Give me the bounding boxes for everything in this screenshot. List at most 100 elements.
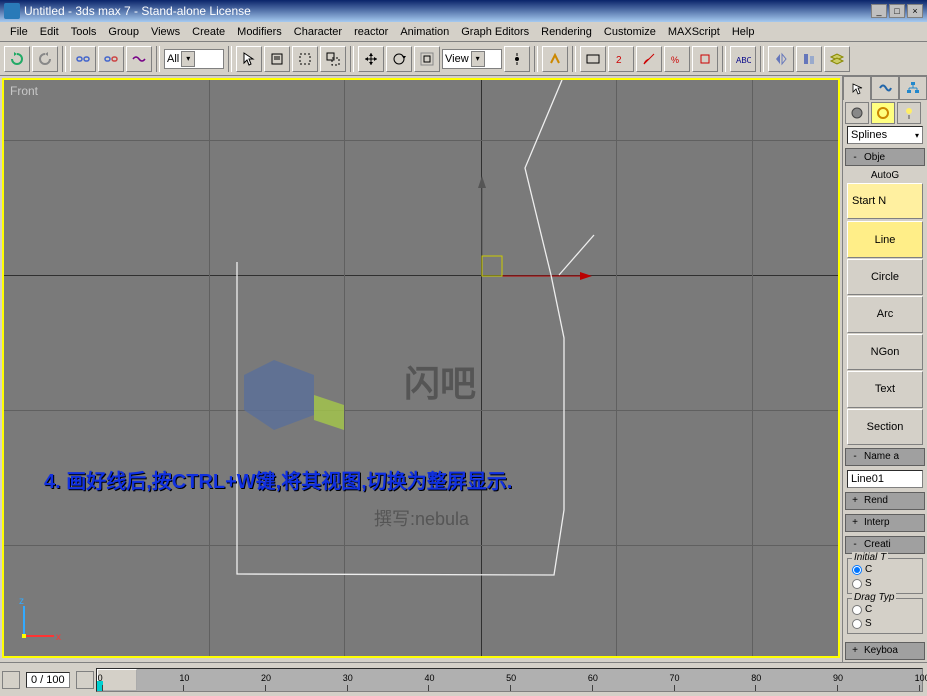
drag-corner-radio[interactable] (852, 605, 862, 615)
autogrid-check[interactable]: AutoG (843, 168, 927, 183)
rollout-interpolation[interactable]: +Interp (845, 514, 925, 532)
minimize-button[interactable]: _ (871, 4, 887, 18)
viewport-front[interactable]: Front (2, 78, 840, 658)
manipulate-button[interactable] (542, 46, 568, 72)
object-name-input[interactable]: Line01 (847, 470, 923, 488)
initial-type-group: Initial T C S (847, 558, 923, 594)
subtab-shapes[interactable] (871, 102, 895, 124)
tab-modify[interactable] (871, 76, 899, 100)
menu-tools[interactable]: Tools (65, 24, 103, 40)
select-region-button[interactable] (292, 46, 318, 72)
command-panel: Splines▾ -Obje AutoG Start N Line Circle… (842, 76, 927, 662)
ngon-button[interactable]: NGon (847, 334, 923, 370)
drag-type-group: Drag Typ C S (847, 598, 923, 634)
rollout-object-type[interactable]: -Obje (845, 148, 925, 166)
window-crossing-button[interactable] (320, 46, 346, 72)
close-button[interactable]: × (907, 4, 923, 18)
timeline-tick-label: 60 (588, 673, 598, 683)
separator (534, 46, 538, 72)
status-bar: 0 / 100 0102030405060708090100 (0, 662, 927, 696)
shape-type-combo[interactable]: Splines▾ (847, 126, 923, 144)
initial-corner-radio[interactable] (852, 565, 862, 575)
undo-button[interactable] (4, 46, 30, 72)
app-icon (4, 3, 20, 19)
menu-rendering[interactable]: Rendering (535, 24, 598, 40)
select-scale-button[interactable] (414, 46, 440, 72)
pivot-center-button[interactable] (504, 46, 530, 72)
timeline-tick (183, 685, 184, 691)
section-button[interactable]: Section (847, 409, 923, 445)
timeslider-next[interactable] (76, 671, 94, 689)
tab-create[interactable] (843, 76, 871, 100)
link-button[interactable] (70, 46, 96, 72)
timeline-tick-label: 20 (261, 673, 271, 683)
named-selection-button[interactable]: ABC (730, 46, 756, 72)
viewport-axis-tripod: z x (14, 596, 64, 646)
timeline-tick (428, 685, 429, 691)
timeline-tick-label: 100 (915, 673, 927, 683)
watermark-author: 撰写:nebula (374, 505, 469, 531)
svg-text:x: x (56, 632, 61, 643)
watermark-text: 闪吧 (404, 355, 476, 407)
refcoord-combo[interactable]: View▾ (442, 49, 502, 69)
start-new-shape-check[interactable]: Start N (847, 183, 923, 219)
menu-maxscript[interactable]: MAXScript (662, 24, 726, 40)
timeline-tick-label: 90 (833, 673, 843, 683)
layer-manager-button[interactable] (824, 46, 850, 72)
separator (350, 46, 354, 72)
circle-button[interactable]: Circle (847, 259, 923, 295)
select-object-button[interactable] (236, 46, 262, 72)
select-move-button[interactable] (358, 46, 384, 72)
timeline-tick-label: 80 (751, 673, 761, 683)
main-toolbar: All▾ View▾ 2 % ABC (0, 42, 927, 76)
menu-customize[interactable]: Customize (598, 24, 662, 40)
subtab-geometry[interactable] (845, 102, 869, 124)
text-button[interactable]: Text (847, 371, 923, 407)
subtab-lights[interactable] (897, 102, 921, 124)
drag-smooth-radio[interactable] (852, 619, 862, 629)
keyboard-shortcut-button[interactable] (580, 46, 606, 72)
menu-edit[interactable]: Edit (34, 24, 65, 40)
timeline[interactable]: 0102030405060708090100 (96, 668, 923, 692)
menu-views[interactable]: Views (145, 24, 186, 40)
menu-reactor[interactable]: reactor (348, 24, 394, 40)
mirror-button[interactable] (768, 46, 794, 72)
menu-modifiers[interactable]: Modifiers (231, 24, 288, 40)
menu-animation[interactable]: Animation (394, 24, 455, 40)
arc-button[interactable]: Arc (847, 296, 923, 332)
menu-file[interactable]: File (4, 24, 34, 40)
timeline-tick-label: 0 (98, 673, 103, 683)
rollout-rendering[interactable]: +Rend (845, 492, 925, 510)
unlink-button[interactable] (98, 46, 124, 72)
bind-spacewarp-button[interactable] (126, 46, 152, 72)
menu-help[interactable]: Help (726, 24, 761, 40)
separator (722, 46, 726, 72)
snap-2d-button[interactable]: 2 (608, 46, 634, 72)
selection-filter-combo[interactable]: All▾ (164, 49, 224, 69)
menu-character[interactable]: Character (288, 24, 348, 40)
menu-group[interactable]: Group (102, 24, 145, 40)
select-rotate-button[interactable] (386, 46, 412, 72)
select-by-name-button[interactable] (264, 46, 290, 72)
rollout-name-color[interactable]: -Name a (845, 448, 925, 466)
timeline-tick-label: 30 (343, 673, 353, 683)
timeline-tick-label: 40 (424, 673, 434, 683)
align-button[interactable] (796, 46, 822, 72)
menu-create[interactable]: Create (186, 24, 231, 40)
snap-angle-button[interactable] (636, 46, 662, 72)
rollout-keyboard-entry[interactable]: +Keyboa (845, 642, 925, 660)
frame-display[interactable]: 0 / 100 (26, 672, 70, 688)
snap-percent-button[interactable]: % (664, 46, 690, 72)
timeline-tick (755, 685, 756, 691)
maximize-button[interactable]: □ (889, 4, 905, 18)
separator (572, 46, 576, 72)
timeline-tick (919, 685, 920, 691)
line-button[interactable]: Line (847, 221, 923, 257)
spinner-snap-button[interactable] (692, 46, 718, 72)
separator (760, 46, 764, 72)
initial-smooth-radio[interactable] (852, 579, 862, 589)
menu-graph-editors[interactable]: Graph Editors (455, 24, 535, 40)
tab-hierarchy[interactable] (899, 76, 927, 100)
redo-button[interactable] (32, 46, 58, 72)
timeslider-prev[interactable] (2, 671, 20, 689)
